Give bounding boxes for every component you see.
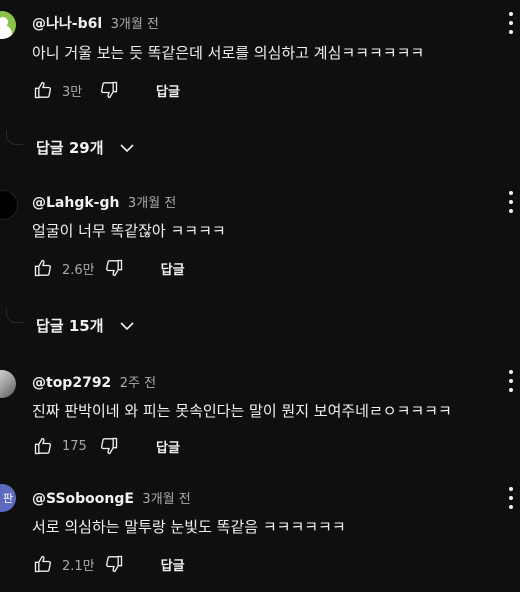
comment-time[interactable]: 2주 전 xyxy=(120,376,156,391)
comment-actions: 175 답글 xyxy=(32,434,180,458)
comment-header: @SSoboongE 3개월 전 xyxy=(32,488,191,507)
like-count: 2.1만 xyxy=(62,558,95,574)
like-icon[interactable] xyxy=(32,257,54,279)
comment-actions: 2.6만 답글 xyxy=(32,256,185,280)
avatar-letter: 판 xyxy=(2,492,14,505)
replies-count: 답글 29개 xyxy=(36,139,104,157)
comment-text: 아니 거울 보는 듯 똑같은데 서로를 의심하고 계심ㅋㅋㅋㅋㅋㅋ xyxy=(32,44,425,62)
replies-count: 답글 15개 xyxy=(36,317,104,335)
reply-button[interactable]: 답글 xyxy=(161,259,185,278)
photo-avatar-icon[interactable] xyxy=(0,370,16,398)
like-icon[interactable] xyxy=(32,553,54,575)
comment-item: @나나-b6l 3개월 전 아니 거울 보는 듯 똑같은데 서로를 의심하고 계… xyxy=(0,0,520,170)
dislike-icon[interactable] xyxy=(98,435,120,457)
comment-text: 얼굴이 너무 똑같잖아 ㅋㅋㅋㅋ xyxy=(32,222,226,240)
reply-button[interactable]: 답글 xyxy=(156,437,180,456)
comment-author[interactable]: @top2792 xyxy=(32,375,111,391)
chevron-down-icon xyxy=(119,321,134,330)
comment-item: @Lahgk-gh 3개월 전 얼굴이 너무 똑같잖아 ㅋㅋㅋㅋ 2.6만 답글… xyxy=(0,178,520,348)
comment-time[interactable]: 3개월 전 xyxy=(111,17,159,32)
avatar[interactable] xyxy=(0,190,18,220)
comment-text: 서로 의심하는 말투랑 눈빛도 똑같음 ㅋㅋㅋㅋㅋㅋ xyxy=(32,518,346,536)
avatar[interactable] xyxy=(0,11,16,39)
comment-header: @Lahgk-gh 3개월 전 xyxy=(32,192,176,211)
chevron-down-icon xyxy=(119,143,134,152)
comment-author[interactable]: @Lahgk-gh xyxy=(32,195,119,211)
like-icon[interactable] xyxy=(32,79,54,101)
comment-header: @top2792 2주 전 xyxy=(32,372,156,391)
comment-actions: 2.1만 답글 xyxy=(32,552,185,576)
comment-author[interactable]: @SSoboongE xyxy=(32,491,134,507)
like-count: 175 xyxy=(62,438,87,454)
reply-button[interactable]: 답글 xyxy=(156,81,180,100)
like-count: 2.6만 xyxy=(62,262,95,278)
comment-time[interactable]: 3개월 전 xyxy=(142,492,190,507)
comment-author[interactable]: @나나-b6l xyxy=(32,16,102,32)
more-options-icon[interactable] xyxy=(508,191,514,213)
dislike-icon[interactable] xyxy=(103,257,125,279)
comment-item: 판 @SSoboongE 3개월 전 서로 의심하는 말투랑 눈빛도 똑같음 ㅋ… xyxy=(0,474,520,592)
comment-text: 진짜 판박이네 와 피는 못속인다는 말이 뭔지 보여주네ㄹㅇㅋㅋㅋㅋ xyxy=(32,402,452,420)
dislike-icon[interactable] xyxy=(103,553,125,575)
avatar[interactable]: 판 xyxy=(0,484,16,512)
thread-line xyxy=(6,308,23,323)
like-icon[interactable] xyxy=(32,435,54,457)
replies-toggle[interactable]: 답글 29개 xyxy=(36,137,136,158)
thread-line xyxy=(6,130,23,145)
more-options-icon[interactable] xyxy=(508,487,514,509)
comment-actions: 3만 답글 xyxy=(32,78,180,102)
reply-button[interactable]: 답글 xyxy=(161,555,185,574)
comment-item: @top2792 2주 전 진짜 판박이네 와 피는 못속인다는 말이 뭔지 보… xyxy=(0,356,520,476)
more-options-icon[interactable] xyxy=(508,12,514,34)
like-count: 3만 xyxy=(62,84,83,100)
dislike-icon[interactable] xyxy=(98,79,120,101)
replies-toggle[interactable]: 답글 15개 xyxy=(36,315,136,336)
more-options-icon[interactable] xyxy=(508,370,514,392)
comment-header: @나나-b6l 3개월 전 xyxy=(32,13,159,33)
comment-time[interactable]: 3개월 전 xyxy=(128,196,176,211)
